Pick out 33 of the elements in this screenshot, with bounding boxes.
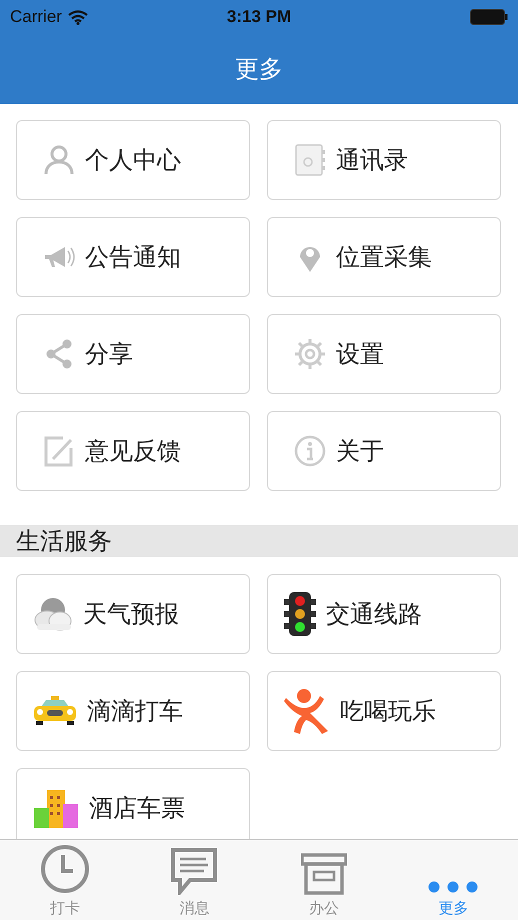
- menu-tile[interactable]: 位置采集: [267, 217, 501, 297]
- message-icon: [170, 847, 218, 895]
- edit-icon: [43, 435, 75, 467]
- more-icon: [428, 879, 478, 895]
- menu-tile[interactable]: 天气预报: [16, 574, 250, 654]
- traffic-light-icon: [284, 591, 316, 637]
- page-title: 更多: [235, 54, 283, 85]
- taxi-icon: [33, 695, 77, 727]
- person-icon: [43, 144, 75, 176]
- menu-tile[interactable]: 滴滴打车: [16, 671, 250, 751]
- archive-box-icon: [300, 853, 347, 895]
- menu-tile[interactable]: 酒店车票: [16, 768, 250, 839]
- menu-tile[interactable]: 交通线路: [267, 574, 501, 654]
- buildings-icon: [33, 788, 79, 828]
- section-title: 生活服务: [16, 526, 112, 557]
- menu-tile[interactable]: 意见反馈: [16, 411, 250, 491]
- cloud-icon: [33, 596, 73, 632]
- battery-icon: [470, 9, 508, 25]
- menu-tile[interactable]: 公告通知: [16, 217, 250, 297]
- carrier-label: Carrier: [10, 7, 62, 27]
- address-book-icon: [294, 144, 326, 176]
- wifi-icon: [68, 10, 88, 24]
- clock-icon: [38, 843, 91, 895]
- info-icon: [294, 435, 326, 467]
- status-time: 3:13 PM: [226, 7, 292, 27]
- menu-tile[interactable]: 设置: [267, 314, 501, 394]
- menu-tile[interactable]: 通讯录: [267, 120, 501, 200]
- menu-tile[interactable]: 关于: [267, 411, 501, 491]
- figure-icon: [284, 688, 330, 734]
- menu-tile[interactable]: 个人中心: [16, 120, 250, 200]
- menu-tile[interactable]: 吃喝玩乐: [267, 671, 501, 751]
- menu-tile[interactable]: 分享: [16, 314, 250, 394]
- settings-icon: [294, 338, 326, 370]
